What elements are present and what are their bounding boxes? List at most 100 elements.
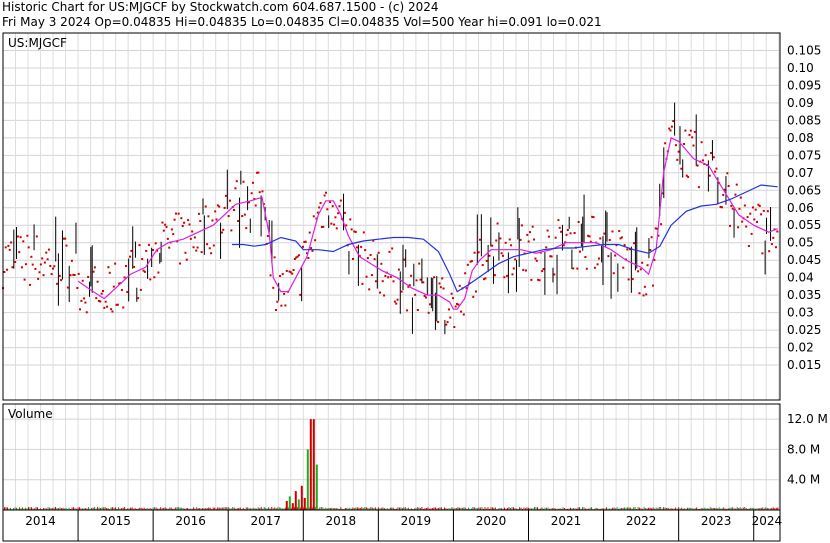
price-dot (308, 231, 311, 234)
price-dot (215, 218, 218, 221)
price-dot (484, 277, 487, 280)
price-dot (145, 249, 148, 252)
price-tick-label: 0.02 (787, 341, 814, 355)
price-dot (338, 205, 341, 208)
price-dot (439, 286, 442, 289)
volume-spike (285, 500, 288, 510)
price-dot (522, 268, 525, 271)
price-dot (639, 268, 642, 271)
price-dot (373, 258, 376, 261)
price-dot (458, 284, 461, 287)
price-dot (73, 274, 76, 277)
price-dot (366, 257, 369, 260)
price-dot (58, 274, 61, 277)
price-dot (195, 249, 198, 252)
price-dot (337, 212, 340, 215)
price-dot (183, 221, 186, 224)
price-dot (691, 136, 694, 139)
price-dot (631, 278, 634, 281)
price-dot (46, 258, 49, 261)
price-dot (477, 251, 480, 254)
price-panel-border (2, 32, 781, 401)
year-label: 2017 (250, 514, 281, 528)
price-dot (111, 310, 114, 313)
price-dot (735, 183, 738, 186)
price-dot (339, 199, 342, 202)
price-dot (547, 235, 550, 238)
price-dot (641, 261, 644, 264)
price-dot (114, 262, 117, 265)
price-dot (554, 236, 557, 239)
price-dot (266, 234, 269, 237)
price-dot (60, 279, 63, 282)
price-dot (429, 303, 432, 306)
price-dot (19, 236, 22, 239)
price-dot (235, 180, 238, 183)
price-dot (383, 294, 386, 297)
volume-label: Volume (8, 407, 53, 421)
price-dot (281, 273, 284, 276)
price-dot (531, 225, 534, 228)
price-dot (351, 257, 354, 260)
price-dot (393, 300, 396, 303)
price-dot (449, 316, 452, 319)
price-dot (233, 209, 236, 212)
price-dot (579, 250, 582, 253)
price-dot (180, 217, 183, 220)
price-dot (565, 233, 568, 236)
price-dot (680, 167, 683, 170)
price-dot (322, 225, 325, 228)
volume-spike (294, 491, 297, 510)
price-dot (331, 205, 334, 208)
price-dot (637, 270, 640, 273)
price-dot (229, 199, 232, 202)
price-dot (157, 271, 160, 274)
price-dot (227, 215, 230, 218)
stock-chart: 0.105 0.10 0.095 0.09 0.085 0.08 0.075 0.07 0.06… (2, 32, 828, 542)
price-dot (206, 243, 209, 246)
year-label: 2014 (25, 514, 56, 528)
price-dot (557, 219, 560, 222)
price-dot (676, 158, 679, 161)
price-tick-label: 0.025 (787, 323, 821, 337)
price-dot (395, 302, 398, 305)
price-dot (69, 274, 72, 277)
price-dot (349, 218, 352, 221)
price-dot (129, 255, 132, 258)
price-dot (501, 254, 504, 257)
price-dot (485, 259, 488, 262)
price-dot (53, 265, 56, 268)
price-dot (727, 184, 730, 187)
price-dot (422, 281, 425, 284)
price-tick-label: 0.095 (787, 78, 821, 92)
price-dot (419, 278, 422, 281)
price-dot (110, 308, 113, 311)
year-label: 2016 (175, 514, 206, 528)
price-dot (310, 247, 313, 250)
price-dot (704, 154, 707, 157)
price-dot (314, 239, 317, 242)
price-dot (66, 286, 69, 289)
price-dot (758, 204, 761, 207)
price-dot (24, 263, 27, 266)
price-dot (243, 213, 246, 216)
price-dot (750, 232, 753, 235)
price-dot (462, 313, 465, 316)
price-dot (672, 120, 675, 123)
price-dot (237, 220, 240, 223)
price-dot (519, 238, 522, 241)
price-dot (297, 254, 300, 257)
price-dot (273, 256, 276, 259)
price-dot (566, 229, 569, 232)
price-dot (323, 194, 326, 197)
price-dot (396, 298, 399, 301)
price-dot (49, 264, 52, 267)
price-dot (506, 274, 509, 277)
price-dot (211, 219, 214, 222)
price-dot (526, 233, 529, 236)
price-dot (107, 266, 110, 269)
year-label: 2022 (626, 514, 657, 528)
price-tick-label: 0.09 (787, 96, 814, 110)
price-dot (326, 208, 329, 211)
price-dot (380, 262, 383, 265)
